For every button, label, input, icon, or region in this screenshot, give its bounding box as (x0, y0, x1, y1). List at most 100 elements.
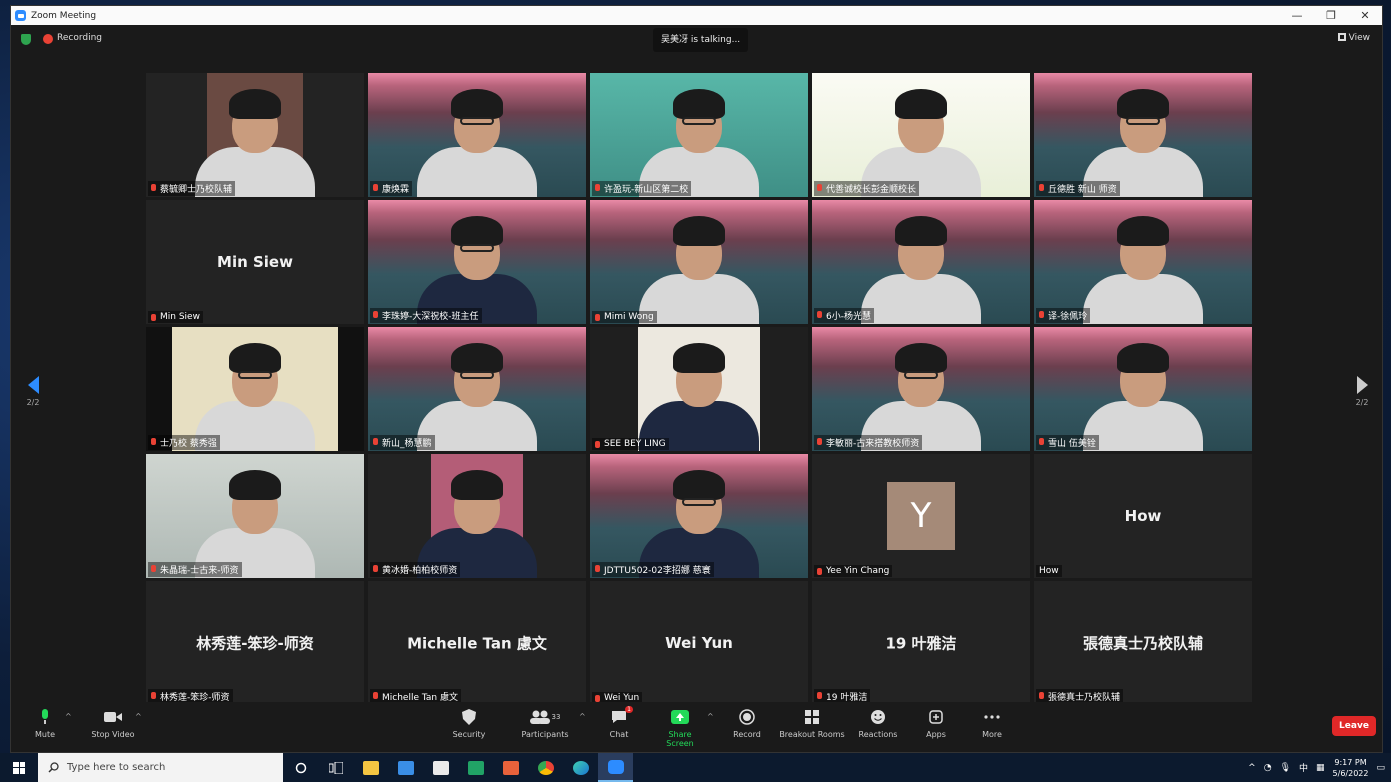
page-prev[interactable]: 2/2 (23, 376, 43, 407)
participant-tile[interactable]: 6小-杨光慧 (812, 200, 1030, 324)
glasses-shape (1126, 117, 1160, 125)
participant-tile[interactable]: 译-徐佩玲 (1034, 200, 1252, 324)
participant-video-feed (639, 454, 759, 578)
task-view-button[interactable] (318, 753, 353, 782)
stop-video-button[interactable]: Stop Video (87, 708, 139, 739)
hair-shape (673, 216, 725, 246)
task-view-icon (328, 761, 343, 774)
participant-tile[interactable]: How How (1034, 454, 1252, 578)
taskbar-search-box[interactable]: Type here to search (38, 753, 283, 782)
participant-tile[interactable]: 士乃校 蔡秀强 (146, 327, 364, 451)
cortana-button[interactable] (283, 753, 318, 782)
breakout-rooms-button[interactable]: Breakout Rooms (779, 708, 845, 739)
notification-center-icon[interactable]: ▭ (1376, 763, 1385, 773)
participants-button[interactable]: 33 Participants (517, 708, 573, 739)
participant-video-feed (417, 327, 537, 451)
leave-button[interactable]: Leave (1332, 716, 1376, 736)
chat-button[interactable]: 1 Chat (607, 706, 633, 739)
participant-display-name: Michelle Tan 慮文 (407, 634, 547, 653)
mute-button[interactable]: Mute (31, 708, 59, 739)
participant-tile[interactable]: 李珠婷-大深祝校-班主任 (368, 200, 586, 324)
maximize-button[interactable]: ❐ (1314, 6, 1348, 25)
participant-video-feed (195, 327, 315, 451)
hair-shape (673, 343, 725, 373)
participant-tile[interactable]: Mimi Wong (590, 200, 808, 324)
encryption-shield-icon[interactable] (21, 34, 31, 45)
security-button[interactable]: Security (449, 708, 489, 739)
participant-tile[interactable]: 代善诚校长彭金顺校长 (812, 73, 1030, 197)
hair-shape (895, 216, 947, 246)
taskbar-app-edge[interactable] (563, 753, 598, 782)
participant-name-label: JDTTU502-02李招娜 慈寰 (592, 562, 714, 577)
network-icon[interactable]: ◔ (1264, 763, 1272, 773)
glasses-shape (460, 244, 494, 252)
participant-tile[interactable]: Wei Yun Wei Yun (590, 581, 808, 705)
search-placeholder: Type here to search (67, 762, 166, 773)
torso-shape (1083, 274, 1203, 324)
record-button[interactable]: Record (731, 708, 763, 739)
taskbar-app-chrome[interactable] (528, 753, 563, 782)
page-next[interactable]: 2/2 (1352, 376, 1372, 407)
participant-tile[interactable]: 19 叶雅洁 19 叶雅洁 (812, 581, 1030, 705)
participant-display-name: 張德真士乃校队辅 (1082, 634, 1203, 653)
taskbar-clock[interactable]: 9:17 PM 5/6/2022 (1333, 757, 1369, 779)
arrow-left-icon[interactable] (27, 376, 39, 394)
participant-tile[interactable]: 许盈玩-新山区第二校 (590, 73, 808, 197)
participant-tile[interactable]: 黄冰婚-柏柏校师资 (368, 454, 586, 578)
participants-caret-icon[interactable]: ^ (579, 712, 586, 721)
audio-options-caret-icon[interactable]: ^ (65, 712, 72, 721)
taskbar-app-powerpoint[interactable] (493, 753, 528, 782)
view-button[interactable]: View (1337, 33, 1370, 43)
tray-microphone-icon[interactable]: 🎙 (1280, 763, 1291, 773)
participant-tile[interactable]: 康焕霖 (368, 73, 586, 197)
hair-shape (451, 89, 503, 119)
participant-tile[interactable]: 新山_杨慧鹏 (368, 327, 586, 451)
apps-button[interactable]: Apps (921, 708, 951, 739)
participant-name-label: 士乃校 蔡秀强 (148, 435, 220, 450)
keyboard-icon[interactable]: ▦ (1316, 763, 1325, 773)
participant-tile[interactable]: 張德真士乃校队辅 張德真士乃校队辅 (1034, 581, 1252, 705)
zoom-logo-icon (15, 10, 26, 21)
taskbar-app-mail[interactable] (388, 753, 423, 782)
participant-tile[interactable]: JDTTU502-02李招娜 慈寰 (590, 454, 808, 578)
participant-video-feed (639, 200, 759, 324)
participant-video-feed (195, 73, 315, 197)
share-screen-button[interactable]: Share Screen (655, 708, 705, 748)
taskbar-app-file-explorer[interactable] (353, 753, 388, 782)
participant-tile[interactable]: Y Yee Yin Chang (812, 454, 1030, 578)
participant-tile[interactable]: 李敏丽-古来搭教校师资 (812, 327, 1030, 451)
participant-tile[interactable]: Michelle Tan 慮文 Michelle Tan 慮文 (368, 581, 586, 705)
participant-display-name: Min Siew (217, 253, 293, 271)
glasses-shape (460, 117, 494, 125)
participant-name-label: 黄冰婚-柏柏校师资 (370, 562, 461, 577)
participant-tile[interactable]: SEE BEY LING (590, 327, 808, 451)
torso-shape (1083, 401, 1203, 451)
input-language[interactable]: 中 (1299, 761, 1308, 774)
more-button[interactable]: More (977, 708, 1007, 739)
taskbar-app-zoom[interactable] (598, 753, 633, 782)
participant-tile[interactable]: 蔡毓卿士乃校队辅 (146, 73, 364, 197)
reactions-button[interactable]: Reactions (855, 708, 901, 739)
taskbar-app-store[interactable] (423, 753, 458, 782)
participant-tile[interactable]: 朱晶瑞-士古来-师资 (146, 454, 364, 578)
taskbar-app-excel[interactable] (458, 753, 493, 782)
share-options-caret-icon[interactable]: ^ (707, 712, 714, 721)
participant-tile[interactable]: Min Siew Min Siew (146, 200, 364, 324)
video-options-caret-icon[interactable]: ^ (135, 712, 142, 721)
participant-tile[interactable]: 雪山 伍美铨 (1034, 327, 1252, 451)
participant-video-feed (195, 454, 315, 578)
recording-label[interactable]: Recording (57, 33, 102, 43)
participant-tile[interactable]: 丘德胜 新山 师资 (1034, 73, 1252, 197)
participant-tile[interactable]: 林秀莲-笨珍-师资 林秀莲-笨珍-师资 (146, 581, 364, 705)
participant-name-label: 许盈玩-新山区第二校 (592, 181, 692, 196)
minimize-button[interactable]: — (1280, 6, 1314, 25)
tray-expand-chevron-icon[interactable]: ^ (1248, 763, 1256, 773)
hair-shape (895, 343, 947, 373)
arrow-right-icon[interactable] (1356, 376, 1368, 394)
participant-video-feed (639, 327, 759, 451)
store-bag-icon (432, 760, 449, 775)
close-button[interactable]: ✕ (1348, 6, 1382, 25)
participant-name-label: Min Siew (148, 311, 203, 323)
hair-shape (451, 216, 503, 246)
start-button[interactable] (0, 753, 38, 782)
